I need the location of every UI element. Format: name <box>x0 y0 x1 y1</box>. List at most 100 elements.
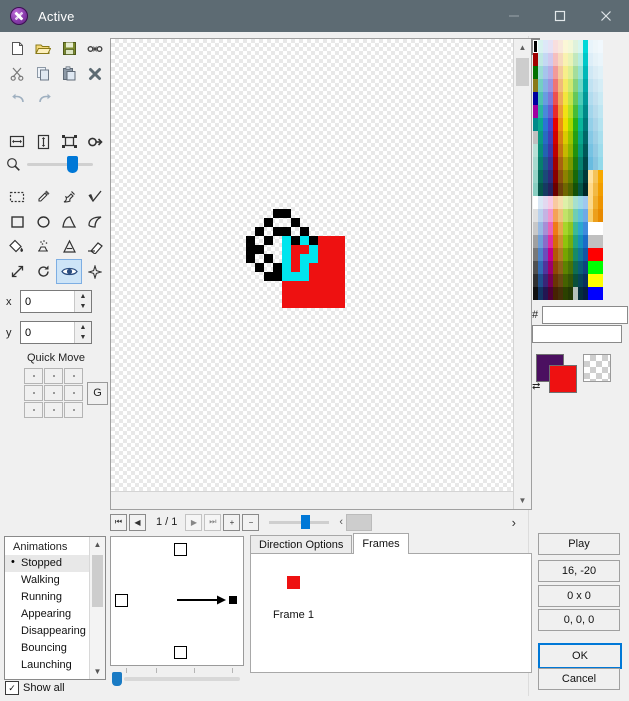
rectangle-icon[interactable] <box>4 209 30 234</box>
y-spin-up[interactable]: ▲ <box>75 322 91 333</box>
x-spin-up[interactable]: ▲ <box>75 291 91 302</box>
move-icon[interactable] <box>4 259 30 284</box>
hotspot-handle-top[interactable] <box>174 543 187 556</box>
hex-input[interactable] <box>542 306 628 324</box>
show-all-checkbox[interactable]: ✓ <box>5 681 19 695</box>
frame-speed-slider[interactable] <box>269 514 330 529</box>
palette-swatch[interactable] <box>598 248 603 261</box>
palette-grid[interactable] <box>533 40 603 300</box>
polygon-icon[interactable] <box>56 209 82 234</box>
curve-icon[interactable] <box>82 209 108 234</box>
resize-icon[interactable] <box>56 129 82 154</box>
new-icon[interactable] <box>4 36 30 61</box>
quick-move-cell[interactable] <box>64 368 83 384</box>
animations-scrollbar[interactable]: ▲ ▼ <box>89 537 105 679</box>
scroll-up-arrow[interactable]: ▲ <box>514 39 531 56</box>
hotspot-handle-right[interactable] <box>229 596 237 604</box>
zoom-slider-thumb[interactable] <box>67 156 78 173</box>
animations-scroll-up[interactable]: ▲ <box>90 537 105 552</box>
tab-direction-options[interactable]: Direction Options <box>250 535 353 554</box>
minimize-button[interactable] <box>491 0 537 32</box>
x-spinner-arrows[interactable]: ▲ ▼ <box>74 291 91 312</box>
rotate-free-icon[interactable] <box>30 259 56 284</box>
palette-swatch[interactable] <box>598 157 603 170</box>
show-all-checkbox-row[interactable]: ✓ Show all <box>5 681 65 695</box>
remove-frame-button[interactable]: − <box>242 513 260 531</box>
vertical-scroll-thumb[interactable] <box>516 58 529 86</box>
frame-scroll-thumb[interactable] <box>346 513 373 531</box>
frame-thumbnail[interactable] <box>287 576 300 589</box>
rotate-icon[interactable] <box>82 129 108 154</box>
prev-frame-button[interactable]: ◀ <box>129 513 146 531</box>
ok-button[interactable]: OK <box>538 643 622 669</box>
palette-swatch[interactable] <box>598 40 603 53</box>
palette-swatch[interactable] <box>598 274 603 287</box>
hotspot-preview-panel[interactable] <box>110 536 244 666</box>
quick-move-cell[interactable] <box>24 385 43 401</box>
paste-icon[interactable] <box>56 61 82 86</box>
link-icon[interactable] <box>82 36 108 61</box>
frames-tab-panel[interactable]: Frame 1 <box>250 553 532 673</box>
palette-swatch[interactable] <box>598 53 603 66</box>
quick-move-cell[interactable] <box>24 368 43 384</box>
next-frame-button[interactable]: ▶ <box>185 513 203 531</box>
fill-bucket-icon[interactable] <box>4 234 30 259</box>
foreground-color-swatch[interactable] <box>549 365 577 393</box>
scroll-left-chevron[interactable]: ‹ <box>339 516 343 528</box>
quick-move-cell[interactable] <box>64 402 83 418</box>
hotspot-handle-left[interactable] <box>115 594 128 607</box>
save-icon[interactable] <box>56 36 82 61</box>
quick-move-cell[interactable] <box>24 402 43 418</box>
x-spin-down[interactable]: ▼ <box>75 302 91 313</box>
open-icon[interactable] <box>30 36 56 61</box>
y-input[interactable] <box>21 322 74 343</box>
select-rectangle-icon[interactable] <box>4 184 30 209</box>
copy-icon[interactable] <box>30 61 56 86</box>
palette-swatch[interactable] <box>598 196 603 209</box>
timeline-track[interactable] <box>124 677 240 681</box>
add-frame-button[interactable]: + <box>223 513 241 531</box>
first-frame-button[interactable]: ⏮ <box>110 513 127 531</box>
flip-vertical-icon[interactable] <box>30 129 56 154</box>
grid-button[interactable]: G <box>87 381 108 405</box>
canvas-vertical-scrollbar[interactable]: ▲ ▼ <box>513 39 531 509</box>
palette-swatch[interactable] <box>598 170 603 183</box>
swap-colors-icon[interactable]: ⇄ <box>532 381 540 392</box>
ellipse-icon[interactable] <box>30 209 56 234</box>
frame-speed-thumb[interactable] <box>301 514 311 529</box>
palette-swatch[interactable] <box>598 79 603 92</box>
palette-swatch[interactable] <box>598 287 603 300</box>
y-spinner-arrows[interactable]: ▲ ▼ <box>74 322 91 343</box>
magnifier-icon[interactable] <box>6 157 21 172</box>
palette-swatch[interactable] <box>598 261 603 274</box>
palette-swatch[interactable] <box>598 105 603 118</box>
color-picker-icon[interactable] <box>30 184 56 209</box>
palette-swatch[interactable] <box>598 235 603 248</box>
play-button[interactable]: Play <box>538 533 620 555</box>
spray-icon[interactable] <box>30 234 56 259</box>
quick-move-cell[interactable] <box>64 385 83 401</box>
palette-swatch[interactable] <box>598 183 603 196</box>
text-icon[interactable] <box>56 234 82 259</box>
cut-icon[interactable] <box>4 61 30 86</box>
quick-move-cell[interactable] <box>44 385 63 401</box>
hotspot-handle-bottom[interactable] <box>174 646 187 659</box>
y-spin-down[interactable]: ▼ <box>75 333 91 344</box>
tab-frames[interactable]: Frames <box>353 533 409 554</box>
scroll-down-arrow[interactable]: ▼ <box>514 492 531 509</box>
animations-scroll-thumb[interactable] <box>92 555 103 607</box>
flip-horizontal-icon[interactable] <box>4 129 30 154</box>
cancel-button[interactable]: Cancel <box>538 668 620 690</box>
palette-swatch[interactable] <box>598 92 603 105</box>
timeline-thumb[interactable] <box>112 672 122 686</box>
maximize-button[interactable] <box>537 0 583 32</box>
animations-list[interactable]: Animations StoppedWalkingRunningAppearin… <box>4 536 106 680</box>
redo-icon[interactable] <box>31 86 58 111</box>
palette-swatch[interactable] <box>598 222 603 235</box>
quick-move-cell[interactable] <box>44 402 63 418</box>
palette-swatch[interactable] <box>598 144 603 157</box>
pencil-icon[interactable] <box>56 184 82 209</box>
x-input[interactable] <box>21 291 74 312</box>
x-spinner[interactable]: ▲ ▼ <box>20 290 92 313</box>
quick-move-cell[interactable] <box>44 368 63 384</box>
